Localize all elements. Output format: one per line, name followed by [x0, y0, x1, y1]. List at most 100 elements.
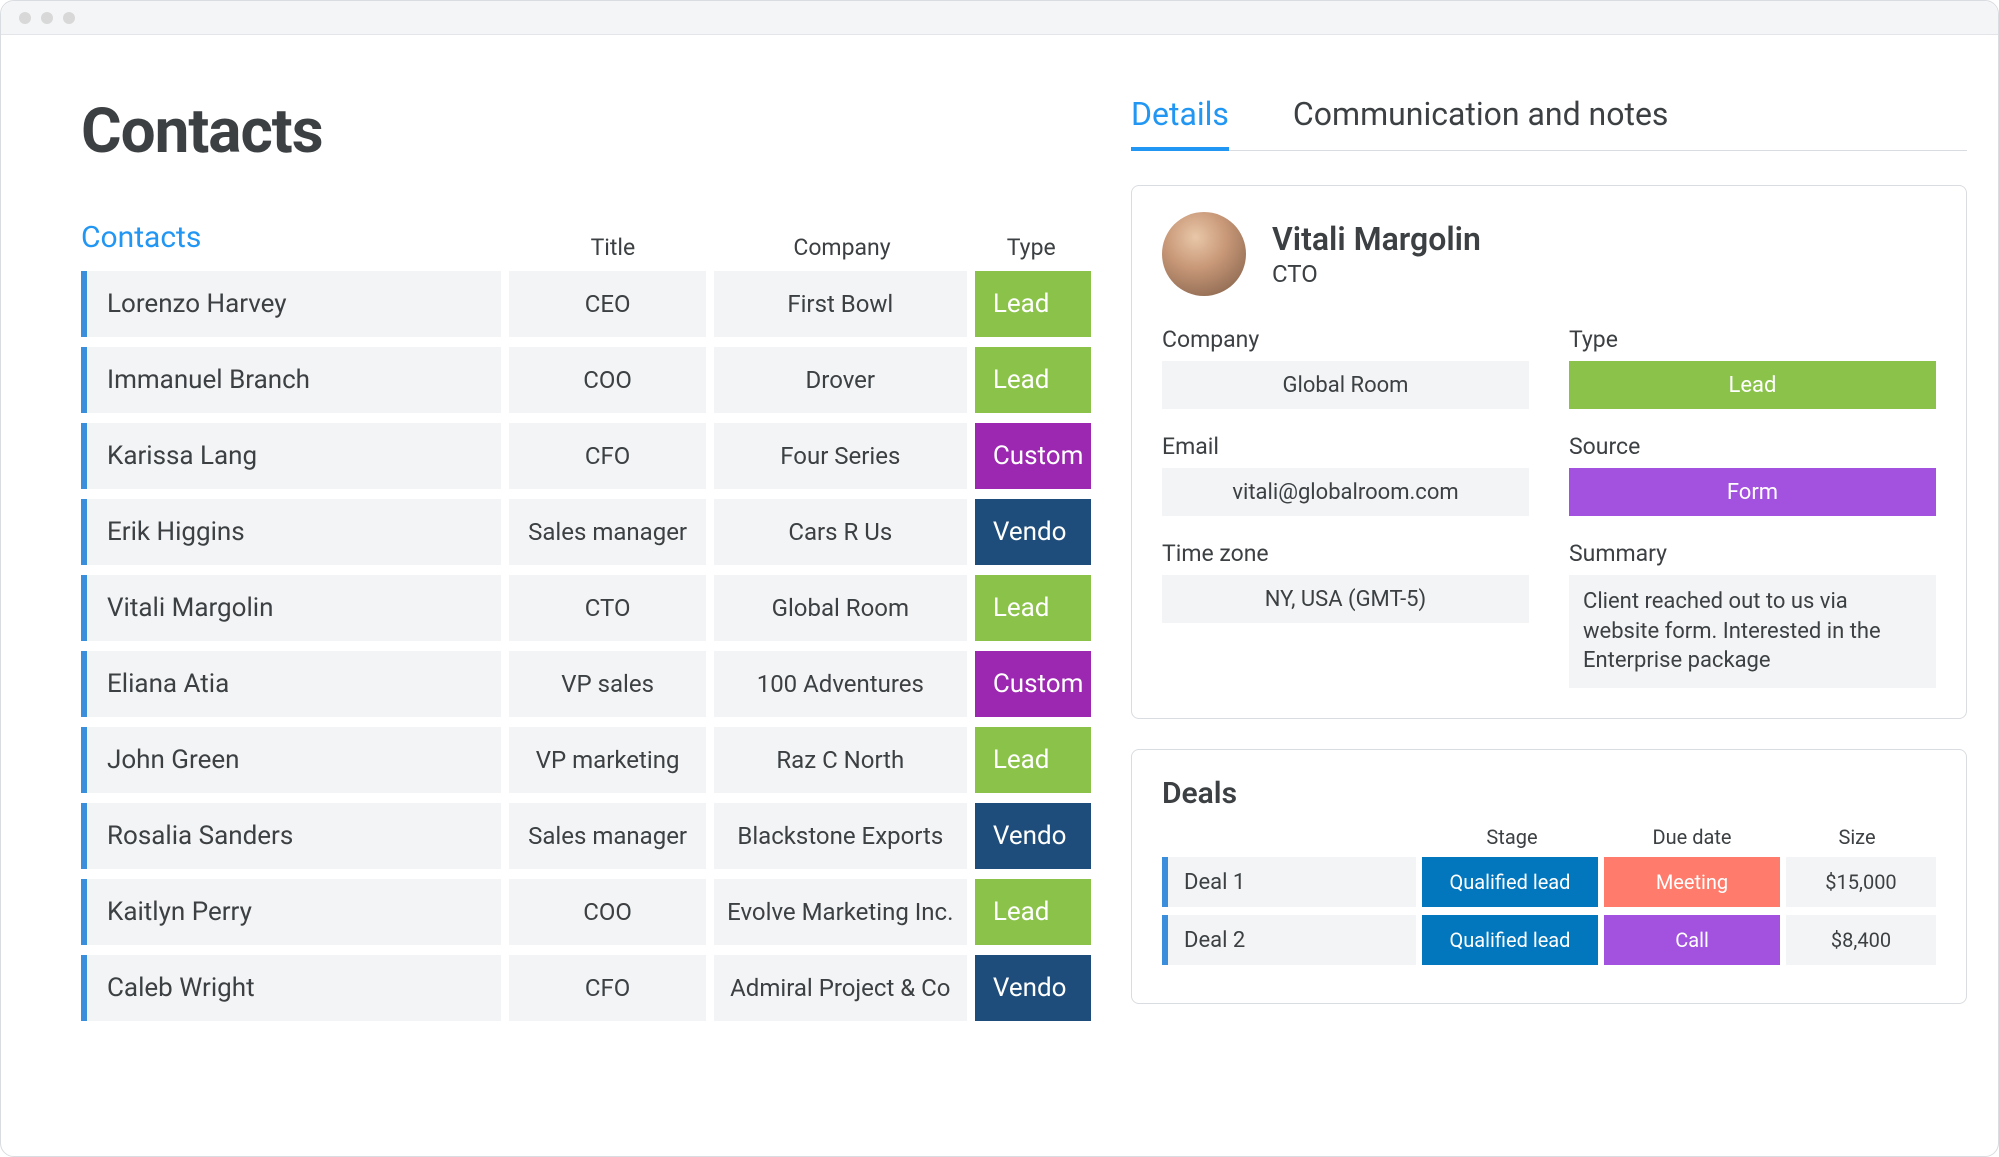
table-row[interactable]: Immanuel BranchCOODroverLead [81, 347, 1091, 413]
contact-title-cell: CFO [509, 955, 705, 1021]
contact-company-cell: Admiral Project & Co [714, 955, 967, 1021]
deal-size-cell: $8,400 [1786, 915, 1936, 965]
table-row[interactable]: Erik HigginsSales managerCars R UsVendo [81, 499, 1091, 565]
contact-title-cell: VP marketing [509, 727, 705, 793]
contact-company-cell: First Bowl [714, 271, 967, 337]
tab-communication[interactable]: Communication and notes [1293, 95, 1669, 150]
contact-name-cell[interactable]: Karissa Lang [81, 423, 501, 489]
contact-name-cell[interactable]: Kaitlyn Perry [81, 879, 501, 945]
contact-type-cell: Lead [975, 575, 1091, 641]
deal-row[interactable]: Deal 1Qualified leadMeeting$15,000 [1162, 857, 1936, 907]
contact-type-cell: Lead [975, 727, 1091, 793]
deals-col-stage: Stage [1422, 825, 1602, 849]
contact-type-cell: Custom [975, 651, 1091, 717]
contact-company-cell: Global Room [714, 575, 967, 641]
contacts-table-body: Lorenzo HarveyCEOFirst BowlLeadImmanuel … [81, 271, 1091, 1021]
contact-title-cell: CEO [509, 271, 705, 337]
value-type[interactable]: Lead [1569, 361, 1936, 409]
column-header-title: Title [513, 234, 712, 261]
contact-name-cell[interactable]: Caleb Wright [81, 955, 501, 1021]
contact-company-cell: Blackstone Exports [714, 803, 967, 869]
label-summary: Summary [1569, 540, 1936, 567]
window-dot-icon [19, 12, 31, 24]
value-timezone[interactable]: NY, USA (GMT-5) [1162, 575, 1529, 623]
label-source: Source [1569, 433, 1936, 460]
value-source[interactable]: Form [1569, 468, 1936, 516]
contact-type-cell: Vendo [975, 499, 1091, 565]
deal-size-cell: $15,000 [1786, 857, 1936, 907]
contacts-pane: Contacts Contacts Title Company Type Lor… [1, 35, 1091, 1156]
details-tabs: Details Communication and notes [1131, 95, 1967, 151]
contact-company-cell: Cars R Us [714, 499, 967, 565]
label-company: Company [1162, 326, 1529, 353]
value-company[interactable]: Global Room [1162, 361, 1529, 409]
deals-header: Stage Due date Size [1162, 825, 1936, 849]
contact-title-cell: VP sales [509, 651, 705, 717]
table-row[interactable]: Karissa LangCFOFour SeriesCustom [81, 423, 1091, 489]
tab-details[interactable]: Details [1131, 95, 1229, 151]
avatar [1162, 212, 1246, 296]
deals-title: Deals [1162, 776, 1936, 811]
table-row[interactable]: Caleb WrightCFOAdmiral Project & CoVendo [81, 955, 1091, 1021]
contact-title-cell: CFO [509, 423, 705, 489]
label-type: Type [1569, 326, 1936, 353]
deal-due-cell: Call [1604, 915, 1780, 965]
contact-name-cell[interactable]: Erik Higgins [81, 499, 501, 565]
deal-name-cell[interactable]: Deal 2 [1162, 915, 1416, 965]
contact-title-cell: CTO [509, 575, 705, 641]
table-row[interactable]: John GreenVP marketingRaz C NorthLead [81, 727, 1091, 793]
deals-body: Deal 1Qualified leadMeeting$15,000 Deal 2… [1162, 857, 1936, 965]
contact-type-cell: Custom [975, 423, 1091, 489]
contact-company-cell: Four Series [714, 423, 967, 489]
deal-stage-cell: Qualified lead [1422, 915, 1598, 965]
contact-name-cell[interactable]: John Green [81, 727, 501, 793]
deals-card: Deals Stage Due date Size Deal 1Qualifie… [1131, 749, 1967, 1004]
contact-company-cell: Drover [714, 347, 967, 413]
contact-company-cell: Raz C North [714, 727, 967, 793]
contact-type-cell: Vendo [975, 955, 1091, 1021]
contact-company-cell: Evolve Marketing Inc. [714, 879, 967, 945]
window-dot-icon [63, 12, 75, 24]
browser-titlebar [1, 1, 1998, 35]
contacts-table-header: Contacts Title Company Type [81, 220, 1091, 261]
contact-name-cell[interactable]: Immanuel Branch [81, 347, 501, 413]
deal-stage-cell: Qualified lead [1422, 857, 1598, 907]
label-timezone: Time zone [1162, 540, 1529, 567]
contact-name-cell[interactable]: Lorenzo Harvey [81, 271, 501, 337]
contact-title-cell: Sales manager [509, 499, 705, 565]
contact-type-cell: Lead [975, 347, 1091, 413]
deals-col-size: Size [1782, 825, 1932, 849]
column-header-company: Company [713, 234, 972, 261]
deals-col-due: Due date [1602, 825, 1782, 849]
contact-type-cell: Vendo [975, 803, 1091, 869]
table-row[interactable]: Rosalia SandersSales managerBlackstone E… [81, 803, 1091, 869]
value-email[interactable]: vitali@globalroom.com [1162, 468, 1529, 516]
deal-due-cell: Meeting [1604, 857, 1780, 907]
contact-title-cell: COO [509, 879, 705, 945]
contact-details-card: Vitali Margolin CTO Company Global Room … [1131, 185, 1967, 719]
contact-name-cell[interactable]: Rosalia Sanders [81, 803, 501, 869]
contact-company-cell: 100 Adventures [714, 651, 967, 717]
contact-name-cell[interactable]: Eliana Atia [81, 651, 501, 717]
deal-row[interactable]: Deal 2Qualified leadCall$8,400 [1162, 915, 1936, 965]
label-email: Email [1162, 433, 1529, 460]
contact-type-cell: Lead [975, 879, 1091, 945]
column-header-type: Type [971, 234, 1091, 261]
table-row[interactable]: Eliana AtiaVP sales100 AdventuresCustom [81, 651, 1091, 717]
table-row[interactable]: Vitali MargolinCTOGlobal RoomLead [81, 575, 1091, 641]
table-row[interactable]: Kaitlyn PerryCOOEvolve Marketing Inc.Lea… [81, 879, 1091, 945]
contact-name-cell[interactable]: Vitali Margolin [81, 575, 501, 641]
contact-type-cell: Lead [975, 271, 1091, 337]
browser-frame: Contacts Contacts Title Company Type Lor… [0, 0, 1999, 1157]
contact-title-cell: COO [509, 347, 705, 413]
details-pane: Details Communication and notes Vitali M… [1091, 35, 1998, 1156]
contact-name: Vitali Margolin [1272, 220, 1481, 258]
contact-title: CTO [1272, 260, 1481, 288]
window-dot-icon [41, 12, 53, 24]
contact-title-cell: Sales manager [509, 803, 705, 869]
table-row[interactable]: Lorenzo HarveyCEOFirst BowlLead [81, 271, 1091, 337]
value-summary[interactable]: Client reached out to us via website for… [1569, 575, 1936, 688]
contacts-tab[interactable]: Contacts [81, 220, 201, 255]
deal-name-cell[interactable]: Deal 1 [1162, 857, 1416, 907]
page-title: Contacts [81, 95, 1091, 168]
